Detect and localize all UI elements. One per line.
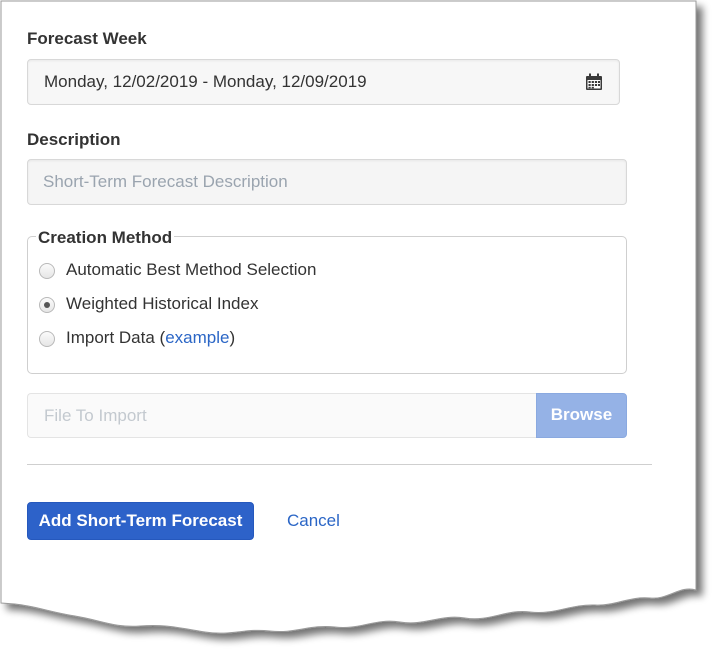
description-label: Description <box>27 130 121 149</box>
radio-button[interactable] <box>39 263 55 279</box>
add-short-term-forecast-button[interactable]: Add Short-Term Forecast <box>27 502 254 540</box>
file-to-import-placeholder: File To Import <box>44 406 147 425</box>
calendar-icon[interactable] <box>585 73 603 91</box>
radio-label-suffix: ) <box>229 328 236 347</box>
forecast-week-value: Monday, 12/02/2019 - Monday, 12/09/2019 <box>44 72 367 91</box>
radio-label: Weighted Historical Index <box>66 294 259 313</box>
file-to-import-input[interactable]: File To Import <box>27 393 537 438</box>
forecast-form: Forecast Week Monday, 12/02/2019 - Monda… <box>0 0 696 640</box>
divider <box>27 464 652 465</box>
forecast-week-field[interactable]: Monday, 12/02/2019 - Monday, 12/09/2019 <box>27 59 620 105</box>
example-link[interactable]: example <box>165 328 229 347</box>
creation-method-legend: Creation Method <box>36 228 175 248</box>
radio-label-import: Import Data (example) <box>66 328 235 348</box>
radio-label: Automatic Best Method Selection <box>66 260 317 279</box>
radio-button-selected[interactable] <box>39 297 55 313</box>
description-input[interactable]: Short-Term Forecast Description <box>27 159 627 205</box>
radio-button[interactable] <box>39 331 55 347</box>
creation-method-group: Creation Method Automatic Best Method Se… <box>27 228 627 374</box>
description-placeholder: Short-Term Forecast Description <box>43 172 288 191</box>
radio-label-text: Import Data ( <box>66 328 166 347</box>
forecast-week-label: Forecast Week <box>27 29 147 48</box>
cancel-link[interactable]: Cancel <box>287 511 340 531</box>
browse-button[interactable]: Browse <box>536 393 627 438</box>
